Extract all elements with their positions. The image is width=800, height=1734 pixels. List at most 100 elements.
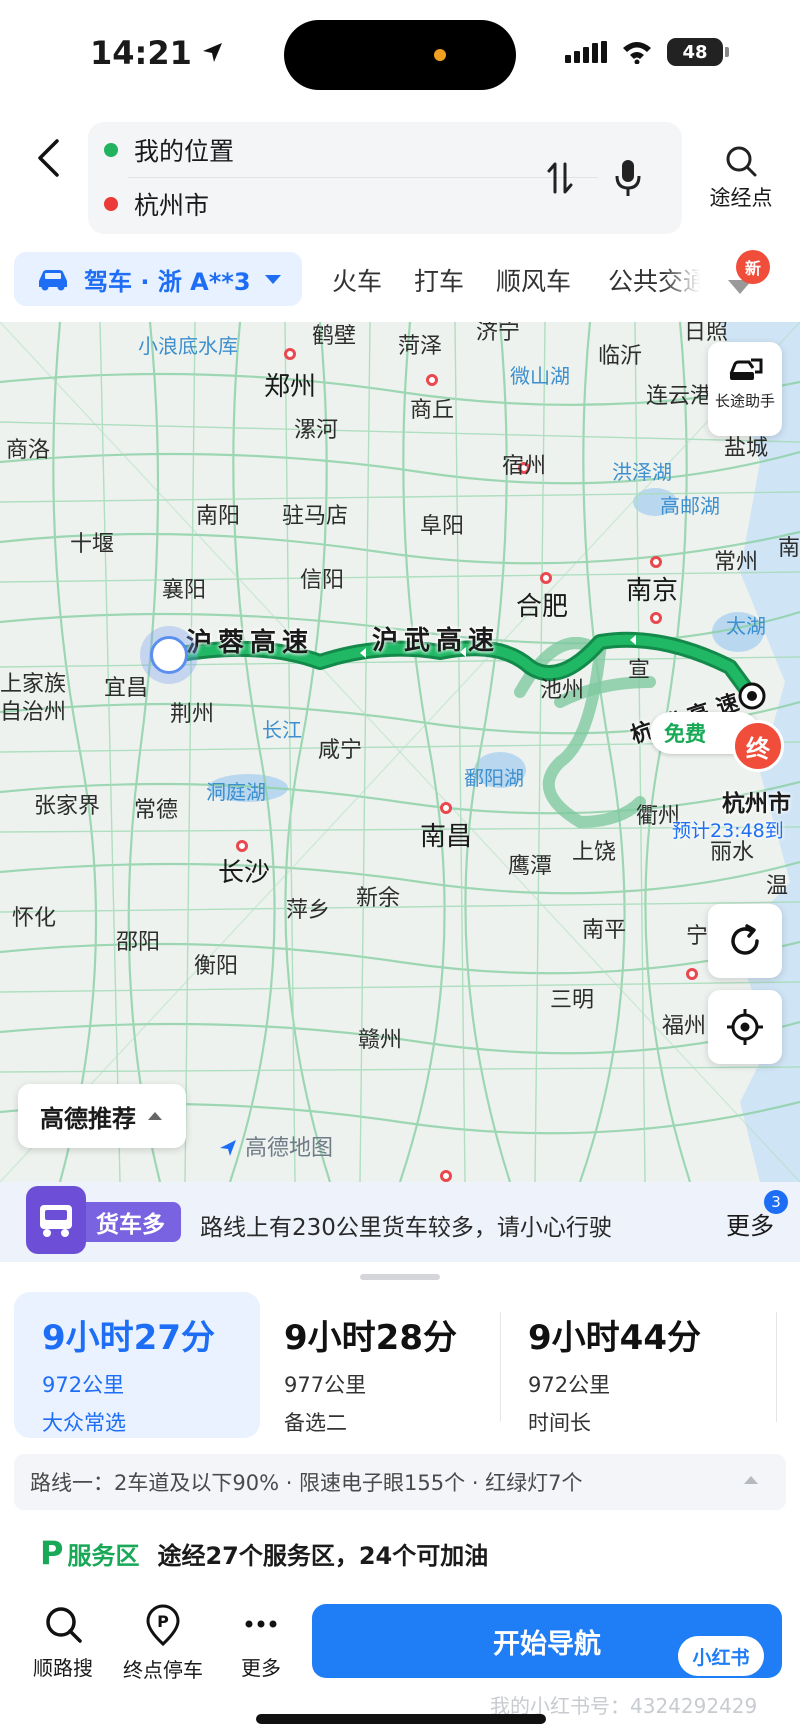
city-label: 合肥 bbox=[516, 592, 569, 622]
city-label: 驻马店 bbox=[282, 504, 349, 529]
svg-text:P: P bbox=[157, 1612, 169, 1631]
swap-button[interactable] bbox=[536, 152, 584, 204]
refresh-icon bbox=[731, 924, 759, 955]
city-marker bbox=[650, 612, 662, 624]
car-route-icon bbox=[729, 358, 763, 380]
city-label: 漯河 bbox=[294, 418, 339, 443]
route-option-card[interactable]: 9小时44分 972公里 时间长 bbox=[500, 1292, 740, 1438]
crosshair-icon bbox=[727, 1009, 763, 1045]
microphone-icon bbox=[615, 160, 641, 196]
city-label: 郑州 bbox=[264, 372, 317, 402]
city-label: 福州 bbox=[662, 1014, 707, 1039]
destination-field[interactable]: 杭州市 bbox=[104, 180, 209, 228]
water-label: 小浪底水库 bbox=[138, 334, 238, 358]
city-label: 南 bbox=[778, 536, 800, 561]
tab-rideshare[interactable]: 顺风车 bbox=[496, 262, 571, 298]
city-label: 南昌 bbox=[420, 822, 473, 852]
current-location-marker bbox=[140, 626, 198, 684]
city-label: 南平 bbox=[582, 918, 627, 943]
city-marker bbox=[440, 802, 452, 814]
notice-more-link[interactable]: 更多 bbox=[726, 1206, 774, 1241]
city-label: 十堰 bbox=[70, 532, 115, 557]
more-button[interactable]: 更多 bbox=[216, 1604, 306, 1681]
status-bar: 14:21 48 bbox=[0, 0, 800, 110]
city-marker bbox=[650, 556, 662, 568]
route-map[interactable]: 鹤壁 菏泽 济宁 日照 小浪底水库 郑州 商丘 微山湖 临沂 连云港 商洛 漯河… bbox=[0, 322, 800, 1182]
caret-up-icon bbox=[744, 1476, 758, 1484]
recommend-dropdown[interactable]: 高德推荐 bbox=[18, 1084, 186, 1148]
notice-count-badge: 3 bbox=[764, 1190, 788, 1214]
sheet-drag-handle[interactable] bbox=[360, 1274, 440, 1280]
battery-indicator: 48 bbox=[667, 38, 729, 66]
locate-button[interactable] bbox=[708, 990, 782, 1064]
water-label: 洞庭湖 bbox=[206, 780, 266, 804]
origin-field[interactable]: 我的位置 bbox=[104, 126, 234, 174]
city-label: 菏泽 bbox=[398, 334, 443, 359]
long-trip-assistant-button[interactable]: 长途助手 bbox=[708, 342, 782, 436]
city-label: 宜昌 bbox=[104, 676, 149, 701]
search-along-button[interactable]: 顺路搜 bbox=[18, 1604, 108, 1681]
map-provider-logo: 高德地图 bbox=[218, 1130, 333, 1162]
route-detail-summary[interactable]: 路线一：2车道及以下90% · 限速电子眼155个 · 红绿灯7个 bbox=[14, 1454, 786, 1510]
origin-dot-icon bbox=[104, 143, 118, 157]
search-icon bbox=[46, 1607, 82, 1643]
city-marker bbox=[236, 840, 248, 852]
chevron-down-icon bbox=[264, 275, 281, 284]
city-label: 怀化 bbox=[12, 906, 57, 931]
water-label: 洪泽湖 bbox=[612, 460, 672, 484]
home-indicator bbox=[256, 1714, 546, 1724]
truck-notice-text: 路线上有230公里货车较多，请小心行驶 bbox=[200, 1215, 612, 1241]
city-label: 宿州 bbox=[502, 454, 547, 479]
waypoint-button[interactable]: 途经点 bbox=[700, 144, 782, 224]
back-button[interactable] bbox=[24, 130, 72, 186]
parking-pin-icon: P bbox=[146, 1604, 180, 1646]
city-label: 鹰潭 bbox=[508, 854, 553, 879]
destination-map-label: 杭州市 bbox=[722, 791, 791, 817]
water-label: 高邮湖 bbox=[660, 494, 720, 518]
parking-icon: P bbox=[40, 1534, 64, 1572]
city-label: 新余 bbox=[356, 886, 401, 911]
end-parking-button[interactable]: P 终点停车 bbox=[118, 1604, 208, 1683]
city-label: 襄阳 bbox=[162, 578, 207, 603]
destination-dot-icon bbox=[104, 197, 118, 211]
chevron-left-icon bbox=[38, 139, 59, 177]
route-option-card[interactable]: 9小时28分 977公里 备选二 bbox=[256, 1292, 496, 1438]
truck-notice-banner[interactable]: 货车多 路线上有230公里货车较多，请小心行驶 更多 3 bbox=[0, 1182, 800, 1262]
route-header: 我的位置 杭州市 途经点 bbox=[0, 110, 800, 235]
service-area-row[interactable]: P 服务区 途经27个服务区，24个可加油 bbox=[40, 1530, 488, 1576]
tab-train[interactable]: 火车 bbox=[332, 262, 382, 298]
city-label: 济宁 bbox=[476, 322, 521, 345]
region-label: 自治州 bbox=[0, 700, 67, 725]
dynamic-island bbox=[284, 20, 516, 90]
city-label: 连云港 bbox=[646, 384, 713, 409]
city-label: 衡阳 bbox=[194, 954, 239, 979]
city-label: 常州 bbox=[714, 550, 759, 575]
water-label: 长江 bbox=[262, 718, 302, 742]
xiaohongshu-badge: 小红书 bbox=[678, 1636, 764, 1676]
city-marker bbox=[686, 968, 698, 980]
city-label: 荆州 bbox=[170, 702, 215, 727]
truck-icon bbox=[26, 1186, 86, 1254]
tab-public-transit[interactable]: 公共交通 bbox=[608, 262, 700, 298]
city-label: 常德 bbox=[134, 798, 179, 823]
city-label: 咸宁 bbox=[318, 738, 363, 763]
tab-taxi[interactable]: 打车 bbox=[414, 262, 464, 298]
city-label: 商丘 bbox=[410, 398, 455, 423]
city-marker bbox=[426, 374, 438, 386]
more-dots-icon bbox=[245, 1620, 277, 1628]
end-pin-icon: 终 bbox=[732, 720, 784, 772]
voice-button[interactable] bbox=[604, 150, 652, 206]
city-label: 南阳 bbox=[196, 504, 241, 529]
water-label: 太湖 bbox=[726, 614, 766, 638]
city-label: 南京 bbox=[626, 576, 679, 606]
city-marker bbox=[284, 348, 296, 360]
city-label: 阜阳 bbox=[420, 514, 465, 539]
city-label: 张家界 bbox=[34, 794, 101, 819]
city-label: 信阳 bbox=[300, 568, 345, 593]
refresh-button[interactable] bbox=[708, 904, 782, 978]
tab-drive[interactable]: 驾车 · 浙 A**3 bbox=[14, 252, 302, 306]
city-label: 宁 bbox=[686, 924, 709, 949]
route-option-card[interactable]: 9小时27分 972公里 大众常选 bbox=[14, 1292, 260, 1438]
road-label-hurong: 沪蓉高速 bbox=[186, 628, 315, 658]
status-time: 14:21 bbox=[90, 34, 226, 72]
